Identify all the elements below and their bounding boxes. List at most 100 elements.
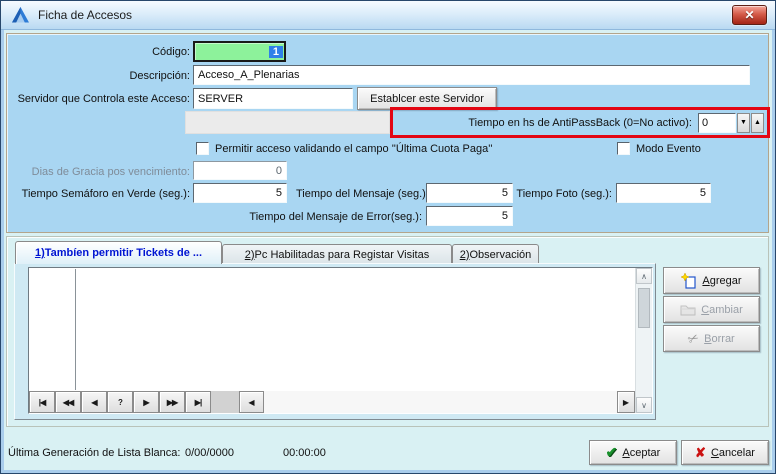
- lista-blanca-hora: 00:00:00: [283, 447, 326, 459]
- agregar-button[interactable]: Agregar: [663, 267, 760, 294]
- servidor-label: Servidor que Controla este Acceso:: [4, 92, 190, 106]
- tiempo-semaforo-value: 5: [276, 187, 282, 199]
- scroll-up-button[interactable]: ∧: [636, 268, 652, 284]
- close-button[interactable]: ✕: [732, 5, 767, 25]
- descripcion-input[interactable]: Acceso_A_Plenarias: [193, 65, 750, 85]
- tiempo-foto-input[interactable]: 5: [616, 183, 711, 203]
- modo-evento-checkbox[interactable]: [617, 142, 630, 155]
- agregar-accel: A: [702, 275, 709, 287]
- modo-evento-label: Modo Evento: [636, 142, 701, 156]
- cancelar-accel: C: [711, 447, 719, 459]
- cancel-x-icon: ✘: [695, 445, 706, 461]
- borrar-button[interactable]: ✂ Borrar: [663, 325, 760, 352]
- scroll-up-icon: ∧: [641, 272, 647, 281]
- titlebar[interactable]: Ficha de Accesos ✕: [1, 1, 775, 30]
- checkmark-icon: ✔: [606, 444, 618, 461]
- nav-next-page-icon: ▶▶: [167, 398, 177, 407]
- antipassback-spinedit: 0 ▼ ▲: [698, 113, 764, 133]
- antipassback-input[interactable]: 0: [698, 113, 736, 133]
- tab-pc-habilitadas[interactable]: 2) Pc Habilitadas para Registar Visitas: [222, 244, 452, 264]
- tab-tickets-label: Tambíen permitir Tickets de ...: [45, 247, 202, 259]
- tiempo-foto-value: 5: [700, 187, 706, 199]
- hscroll-right-button[interactable]: ▶: [617, 391, 635, 413]
- tab-tickets[interactable]: 1) Tambíen permitir Tickets de ...: [15, 241, 222, 264]
- permitir-acceso-label: Permitir acceso validando el campo ''Últ…: [215, 142, 492, 156]
- app-logo-icon: [11, 6, 30, 25]
- tiempo-semaforo-label: Tiempo Semáforo en Verde (seg.):: [10, 187, 190, 201]
- tab-observacion-label: Observación: [470, 249, 532, 261]
- descripcion-value: Acceso_A_Plenarias: [198, 69, 300, 81]
- aceptar-label: ceptar: [630, 447, 661, 459]
- tiempo-error-value: 5: [502, 210, 508, 222]
- borrar-label: orrar: [712, 333, 735, 345]
- scroll-right-icon: ▶: [623, 398, 629, 407]
- cancelar-button[interactable]: ✘ Cancelar: [681, 440, 769, 465]
- tab-observacion[interactable]: 2) Observación: [452, 244, 539, 264]
- list-bottom-bar: |◀ ◀◀ ◀ ? ▶ ▶▶ ▶| ◀ ▶: [29, 391, 635, 413]
- nav-search-button[interactable]: ?: [107, 391, 133, 413]
- spin-up-icon: ▲: [754, 119, 761, 126]
- window-title: Ficha de Accesos: [38, 8, 132, 22]
- codigo-input[interactable]: 1: [193, 41, 286, 62]
- dias-gracia-label: Dias de Gracia pos vencimiento:: [30, 165, 190, 179]
- spin-down-button[interactable]: ▼: [737, 113, 750, 133]
- nav-prior-icon: ◀: [91, 398, 96, 407]
- lista-blanca-fecha: 0/00/0000: [185, 447, 234, 459]
- tab-observacion-accel: 2): [460, 249, 470, 261]
- cancelar-label: ancelar: [719, 447, 755, 459]
- tab-pc-habilitadas-accel: 2): [245, 249, 255, 261]
- nav-first-button[interactable]: |◀: [29, 391, 55, 413]
- dialog-ficha-de-accesos: Ficha de Accesos ✕ Código: 1 Descripción…: [0, 0, 776, 474]
- nav-next-button[interactable]: ▶: [133, 391, 159, 413]
- cambiar-label: ambiar: [709, 304, 743, 316]
- permitir-acceso-checkbox[interactable]: [196, 142, 209, 155]
- tiempo-semaforo-input[interactable]: 5: [193, 183, 287, 203]
- tiempo-mensaje-label: Tiempo del Mensaje (seg.):: [296, 187, 422, 201]
- folder-icon: [680, 303, 696, 317]
- hscroll-left-button[interactable]: ◀: [239, 391, 264, 413]
- vertical-scrollbar[interactable]: ∧ ∨: [635, 268, 652, 413]
- aceptar-accel: A: [622, 447, 629, 459]
- tickets-list[interactable]: ∧ ∨ |◀ ◀◀ ◀ ? ▶ ▶▶ ▶| ◀ ▶: [28, 267, 653, 414]
- new-document-icon: [681, 273, 697, 289]
- lista-blanca-label: Última Generación de Lista Blanca:: [8, 447, 180, 459]
- scroll-down-icon: ∨: [641, 401, 647, 410]
- hscroll-track[interactable]: [264, 391, 617, 413]
- antipassback-highlight: Tiempo en hs de AntiPassBack (0=No activ…: [390, 107, 770, 138]
- tiempo-error-label: Tiempo del Mensaje de Error(seg.):: [240, 210, 422, 224]
- codigo-value: 1: [269, 46, 283, 58]
- agregar-label: gregar: [710, 275, 742, 287]
- dias-gracia-value: 0: [276, 165, 282, 177]
- tiempo-foto-label: Tiempo Foto (seg.):: [505, 187, 612, 201]
- scissors-icon: ✂: [685, 329, 702, 348]
- nav-first-icon: |◀: [39, 398, 45, 407]
- antipassback-label: Tiempo en hs de AntiPassBack (0=No activ…: [393, 117, 698, 129]
- antipassback-value: 0: [702, 117, 708, 129]
- aceptar-button[interactable]: ✔ Aceptar: [589, 440, 677, 465]
- tab-tickets-accel: 1): [35, 247, 45, 259]
- tiempo-mensaje-input[interactable]: 5: [426, 183, 513, 203]
- nav-last-button[interactable]: ▶|: [185, 391, 211, 413]
- servidor-value: SERVER: [198, 93, 243, 105]
- codigo-label: Código:: [60, 45, 190, 59]
- spin-up-button[interactable]: ▲: [751, 113, 764, 133]
- cambiar-accel: C: [701, 304, 709, 316]
- vertical-scrollbar-thumb[interactable]: [638, 288, 650, 328]
- scroll-down-button[interactable]: ∨: [636, 397, 652, 413]
- establecer-servidor-label: Establcer este Servidor: [370, 93, 484, 105]
- nav-prior-button[interactable]: ◀: [81, 391, 107, 413]
- nav-search-icon: ?: [118, 398, 122, 407]
- servidor-input[interactable]: SERVER: [193, 88, 353, 109]
- nav-last-icon: ▶|: [195, 398, 201, 407]
- dias-gracia-input[interactable]: 0: [193, 161, 287, 180]
- borrar-accel: B: [704, 333, 711, 345]
- cambiar-button[interactable]: Cambiar: [663, 296, 760, 323]
- nav-next-page-button[interactable]: ▶▶: [159, 391, 185, 413]
- spin-down-icon: ▼: [740, 119, 747, 126]
- nav-prior-page-button[interactable]: ◀◀: [55, 391, 81, 413]
- tiempo-error-input[interactable]: 5: [426, 206, 513, 226]
- descripcion-label: Descripción:: [60, 69, 190, 83]
- list-column-divider: [75, 269, 76, 390]
- tab-pc-habilitadas-label: Pc Habilitadas para Registar Visitas: [255, 249, 430, 261]
- scroll-left-icon: ◀: [248, 398, 254, 407]
